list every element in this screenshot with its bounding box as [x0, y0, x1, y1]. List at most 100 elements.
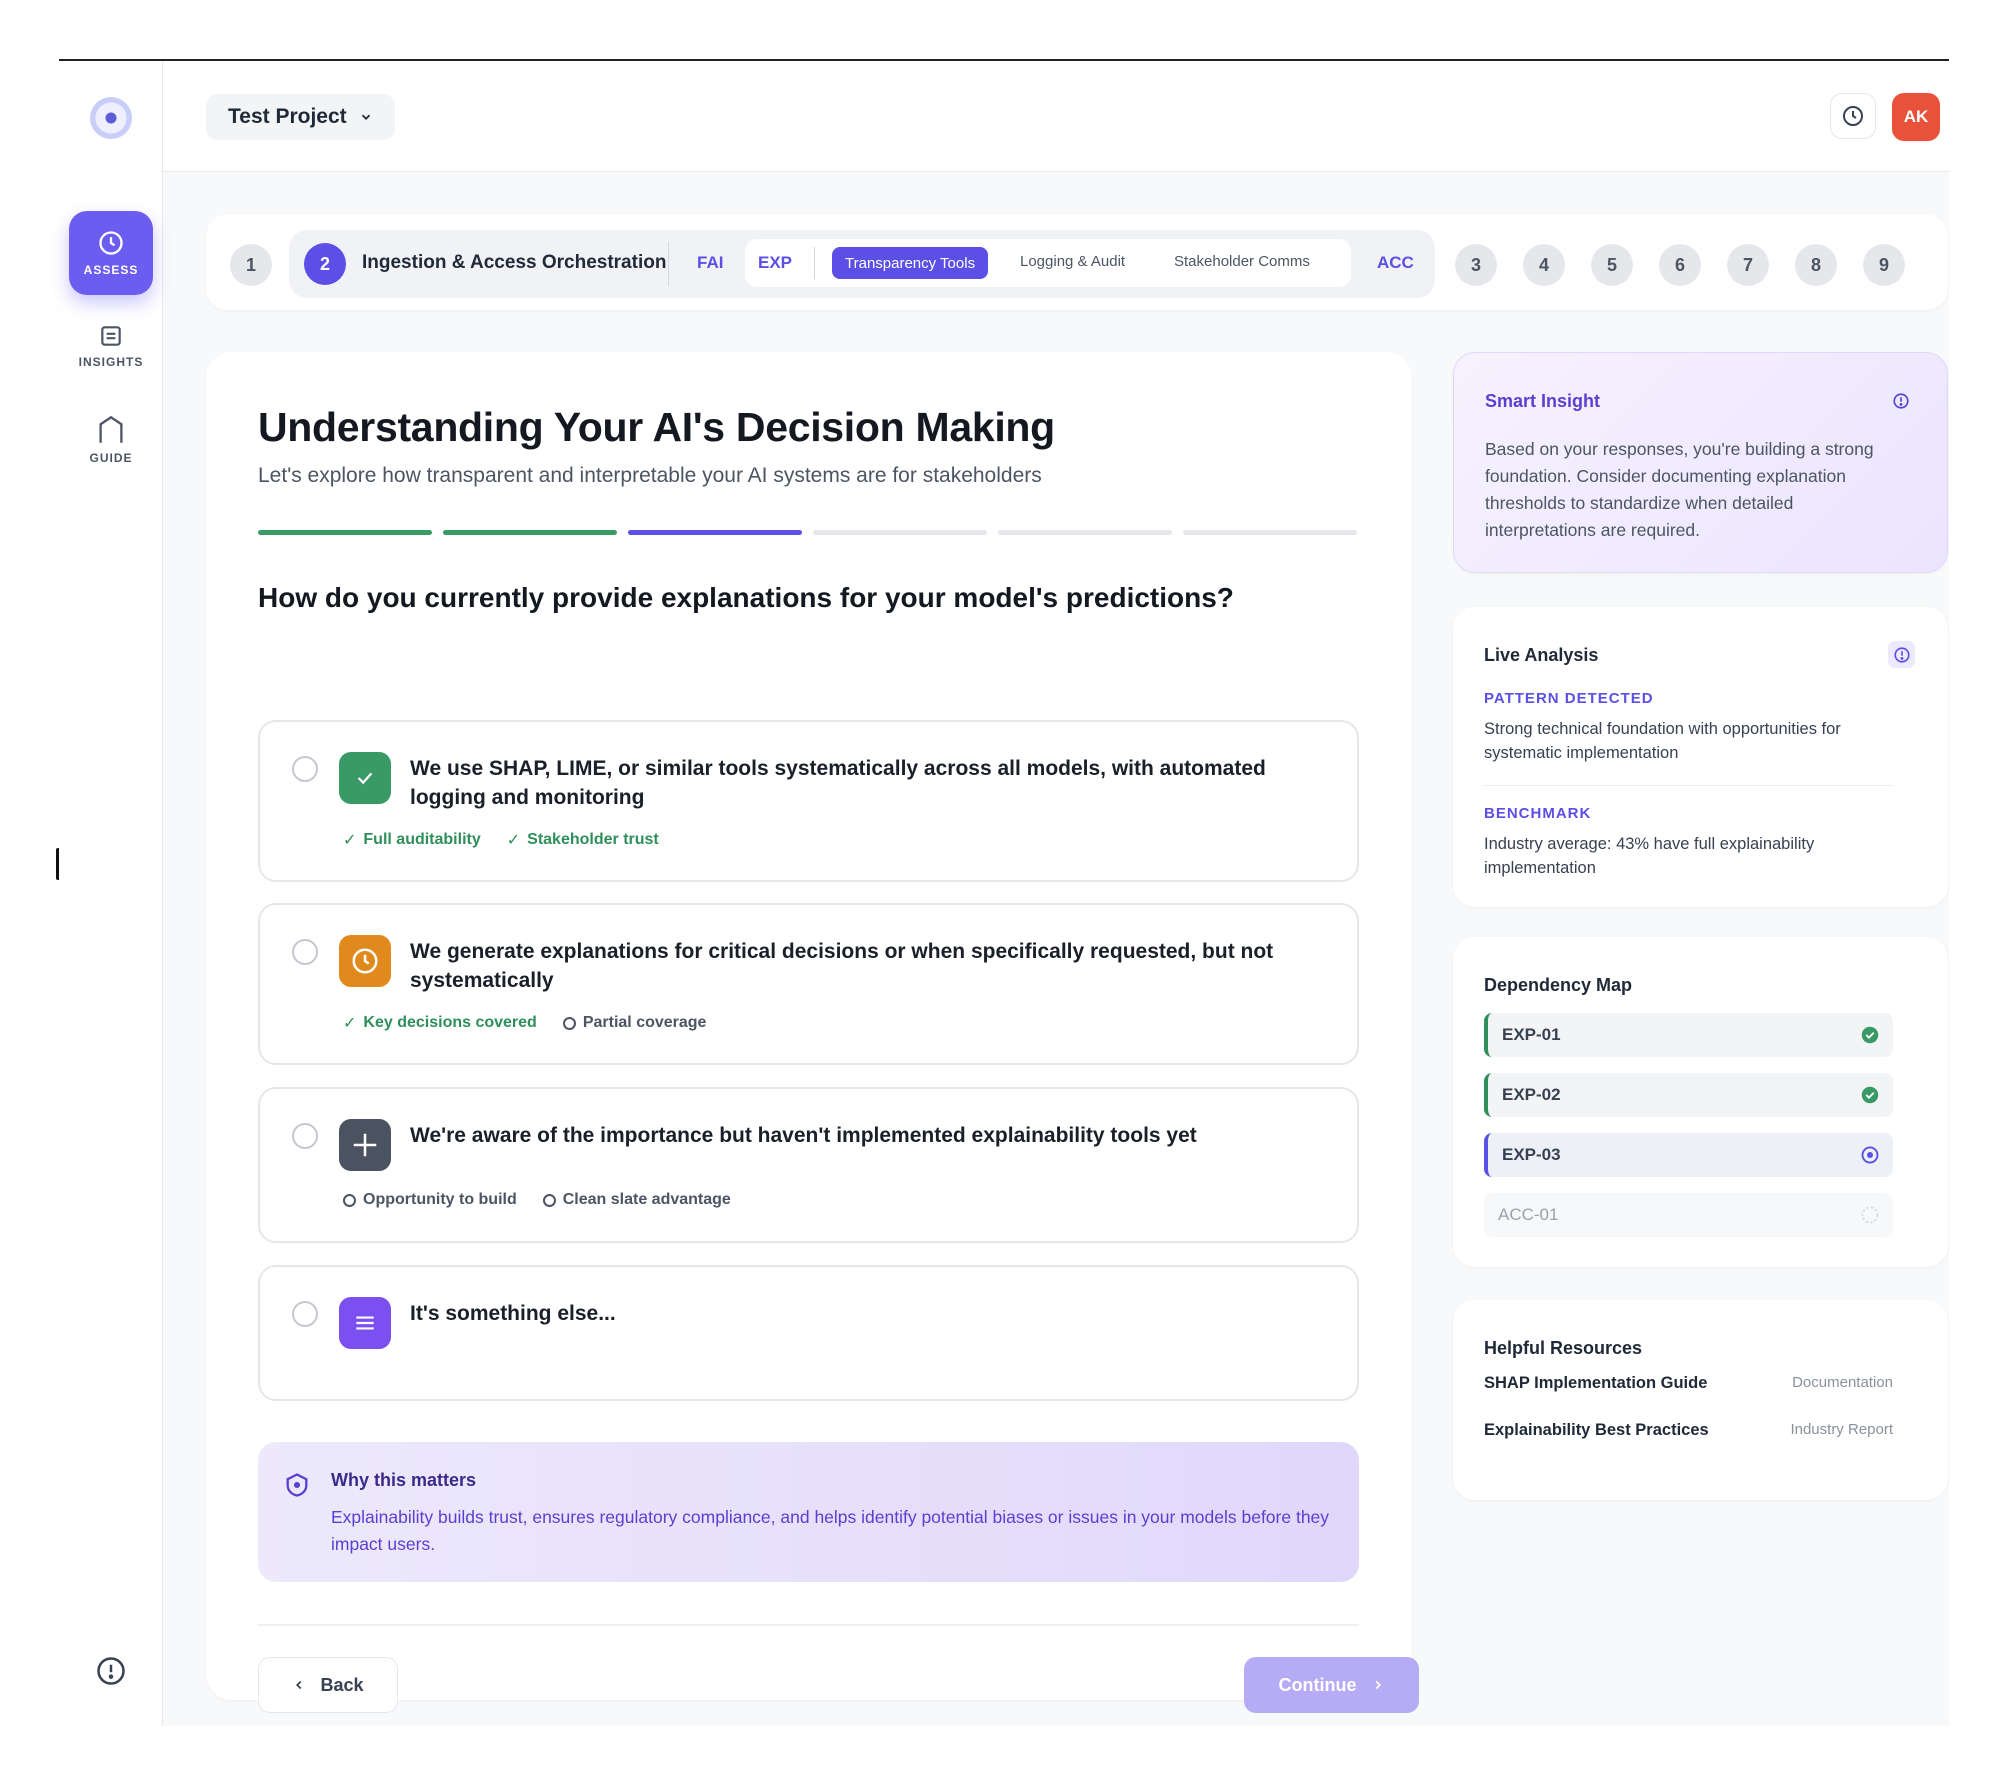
user-avatar[interactable]: AK	[1892, 93, 1940, 141]
dependency-map-title: Dependency Map	[1484, 975, 1633, 995]
subsection-fai[interactable]: FAI	[697, 253, 723, 273]
chevron-right-icon	[1375, 1680, 1381, 1690]
nav-assess-label: ASSESS	[83, 263, 139, 277]
nav-insights[interactable]: INSIGHTS	[69, 304, 153, 388]
step-3[interactable]: 3	[1455, 244, 1497, 286]
nav-guide[interactable]: GUIDE	[69, 398, 153, 482]
resources-title: Helpful Resources	[1484, 1338, 1643, 1358]
live-analysis-title: Live Analysis	[1484, 645, 1599, 665]
history-button[interactable]	[1830, 93, 1876, 139]
resource-item[interactable]: Explainability Best Practices Industry R…	[1484, 1421, 1893, 1440]
dependency-item[interactable]: EXP-03	[1484, 1133, 1893, 1177]
project-selector[interactable]: Test Project	[206, 94, 395, 140]
step-6[interactable]: 6	[1659, 244, 1701, 286]
answer-option-3[interactable]: We're aware of the importance but haven'…	[258, 1087, 1359, 1243]
progress-segment-current	[628, 530, 802, 535]
app-window: ASSESS INSIGHTS GUIDE Test Project AK 1 …	[59, 61, 1949, 1726]
dependency-item[interactable]: EXP-02	[1484, 1073, 1893, 1117]
option-tags: ✓ Key decisions covered Partial coverage	[343, 1013, 706, 1033]
circle-icon	[343, 1193, 356, 1207]
radio-button[interactable]	[292, 939, 318, 965]
resource-name[interactable]: SHAP Implementation Guide	[1484, 1374, 1707, 1393]
check-mark-icon: ✓	[506, 832, 521, 849]
step-8[interactable]: 8	[1795, 244, 1837, 286]
active-step-title: Ingestion & Access Orchestration	[362, 252, 667, 273]
continue-button[interactable]: Continue	[1244, 1657, 1419, 1713]
info-icon[interactable]	[1888, 641, 1915, 668]
step-7[interactable]: 7	[1727, 244, 1769, 286]
step-9[interactable]: 9	[1863, 244, 1905, 286]
check-mark-icon: ✓	[343, 832, 357, 849]
dependency-map-panel: Dependency Map EXP-01 EXP-02 EXP-03 ACC-…	[1453, 937, 1948, 1267]
option-text: We generate explanations for critical de…	[410, 940, 1274, 992]
tag-label: Clean slate advantage	[562, 1191, 731, 1208]
divider	[814, 247, 815, 279]
resource-name[interactable]: Explainability Best Practices	[1484, 1421, 1709, 1440]
subsection-acc[interactable]: ACC	[1377, 253, 1414, 273]
radio-button[interactable]	[292, 756, 318, 782]
back-button[interactable]: Back	[258, 1657, 398, 1713]
dependency-code: EXP-03	[1502, 1145, 1561, 1164]
answer-option-2[interactable]: We generate explanations for critical de…	[258, 903, 1359, 1065]
analysis-divider	[1484, 785, 1893, 786]
check-icon	[339, 752, 391, 804]
chevron-down-icon	[361, 114, 370, 120]
resource-type: Industry Report	[1790, 1421, 1893, 1438]
info-icon[interactable]	[1887, 387, 1914, 414]
project-name: Test Project	[228, 105, 347, 128]
answer-option-4[interactable]: It's something else...	[258, 1265, 1359, 1401]
nav-assess[interactable]: ASSESS	[69, 211, 153, 295]
step-1[interactable]: 1	[230, 244, 272, 286]
tab-logging-audit[interactable]: Logging & Audit	[1020, 253, 1125, 270]
tab-stakeholder-comms[interactable]: Stakeholder Comms	[1174, 253, 1310, 270]
tag-neutral: Partial coverage	[562, 1013, 707, 1033]
helpful-resources-panel: Helpful Resources SHAP Implementation Gu…	[1453, 1300, 1948, 1500]
tag-good: ✓ Key decisions covered	[343, 1013, 537, 1033]
live-analysis-panel: Live Analysis PATTERN DETECTED Strong te…	[1453, 607, 1948, 907]
radio-button[interactable]	[292, 1301, 318, 1327]
smart-insight-text: Based on your responses, you're building…	[1485, 439, 1874, 540]
clock-icon	[339, 935, 391, 987]
analysis-label: PATTERN DETECTED	[1484, 690, 1654, 707]
tag-good: ✓ Full auditability	[343, 830, 481, 850]
dependency-item[interactable]: EXP-01	[1484, 1013, 1893, 1057]
tag-neutral: Clean slate advantage	[542, 1191, 731, 1209]
help-icon[interactable]	[96, 1656, 126, 1686]
shield-icon	[286, 1473, 308, 1497]
smart-insight-title: Smart Insight	[1485, 391, 1601, 411]
progress-segment-complete	[443, 530, 617, 535]
subsection-exp[interactable]: EXP	[758, 253, 792, 273]
option-text: We're aware of the importance but haven'…	[410, 1124, 1197, 1147]
top-header: Test Project AK	[163, 61, 1949, 172]
step-4[interactable]: 4	[1523, 244, 1565, 286]
tab-transparency-tools[interactable]: Transparency Tools	[832, 247, 989, 279]
analysis-label: BENCHMARK	[1484, 805, 1592, 822]
step-5[interactable]: 5	[1591, 244, 1633, 286]
menu-icon	[339, 1297, 391, 1349]
app-logo	[90, 97, 132, 139]
answer-option-1[interactable]: We use SHAP, LIME, or similar tools syst…	[258, 720, 1359, 882]
plus-icon	[339, 1119, 391, 1171]
resource-item[interactable]: SHAP Implementation Guide Documentation	[1484, 1374, 1893, 1393]
resource-type: Documentation	[1792, 1374, 1893, 1391]
option-text: It's something else...	[410, 1302, 616, 1325]
current-target-icon	[1861, 1146, 1879, 1164]
divider	[668, 242, 669, 286]
tag-neutral: Opportunity to build	[343, 1191, 517, 1209]
why-text: Explainability builds trust, ensures reg…	[331, 1507, 1330, 1554]
tag-label: Full auditability	[363, 831, 481, 848]
step-2[interactable]: 2	[304, 243, 346, 285]
why-this-matters: Why this matters Explainability builds t…	[258, 1442, 1359, 1582]
circle-icon	[562, 1016, 576, 1030]
continue-label: Continue	[1278, 1674, 1357, 1695]
document-icon	[101, 326, 121, 346]
progress-segment-pending	[998, 530, 1172, 535]
dependency-code: ACC-01	[1498, 1205, 1559, 1224]
option-text: We use SHAP, LIME, or similar tools syst…	[410, 757, 1266, 809]
nav-guide-label: GUIDE	[89, 451, 133, 465]
tag-label: Partial coverage	[582, 1014, 707, 1031]
subsection-exp-tabs: EXP Transparency Tools Logging & Audit S…	[745, 239, 1351, 287]
dependency-item[interactable]: ACC-01	[1484, 1193, 1893, 1237]
footer-divider	[258, 1624, 1359, 1626]
radio-button[interactable]	[292, 1123, 318, 1149]
